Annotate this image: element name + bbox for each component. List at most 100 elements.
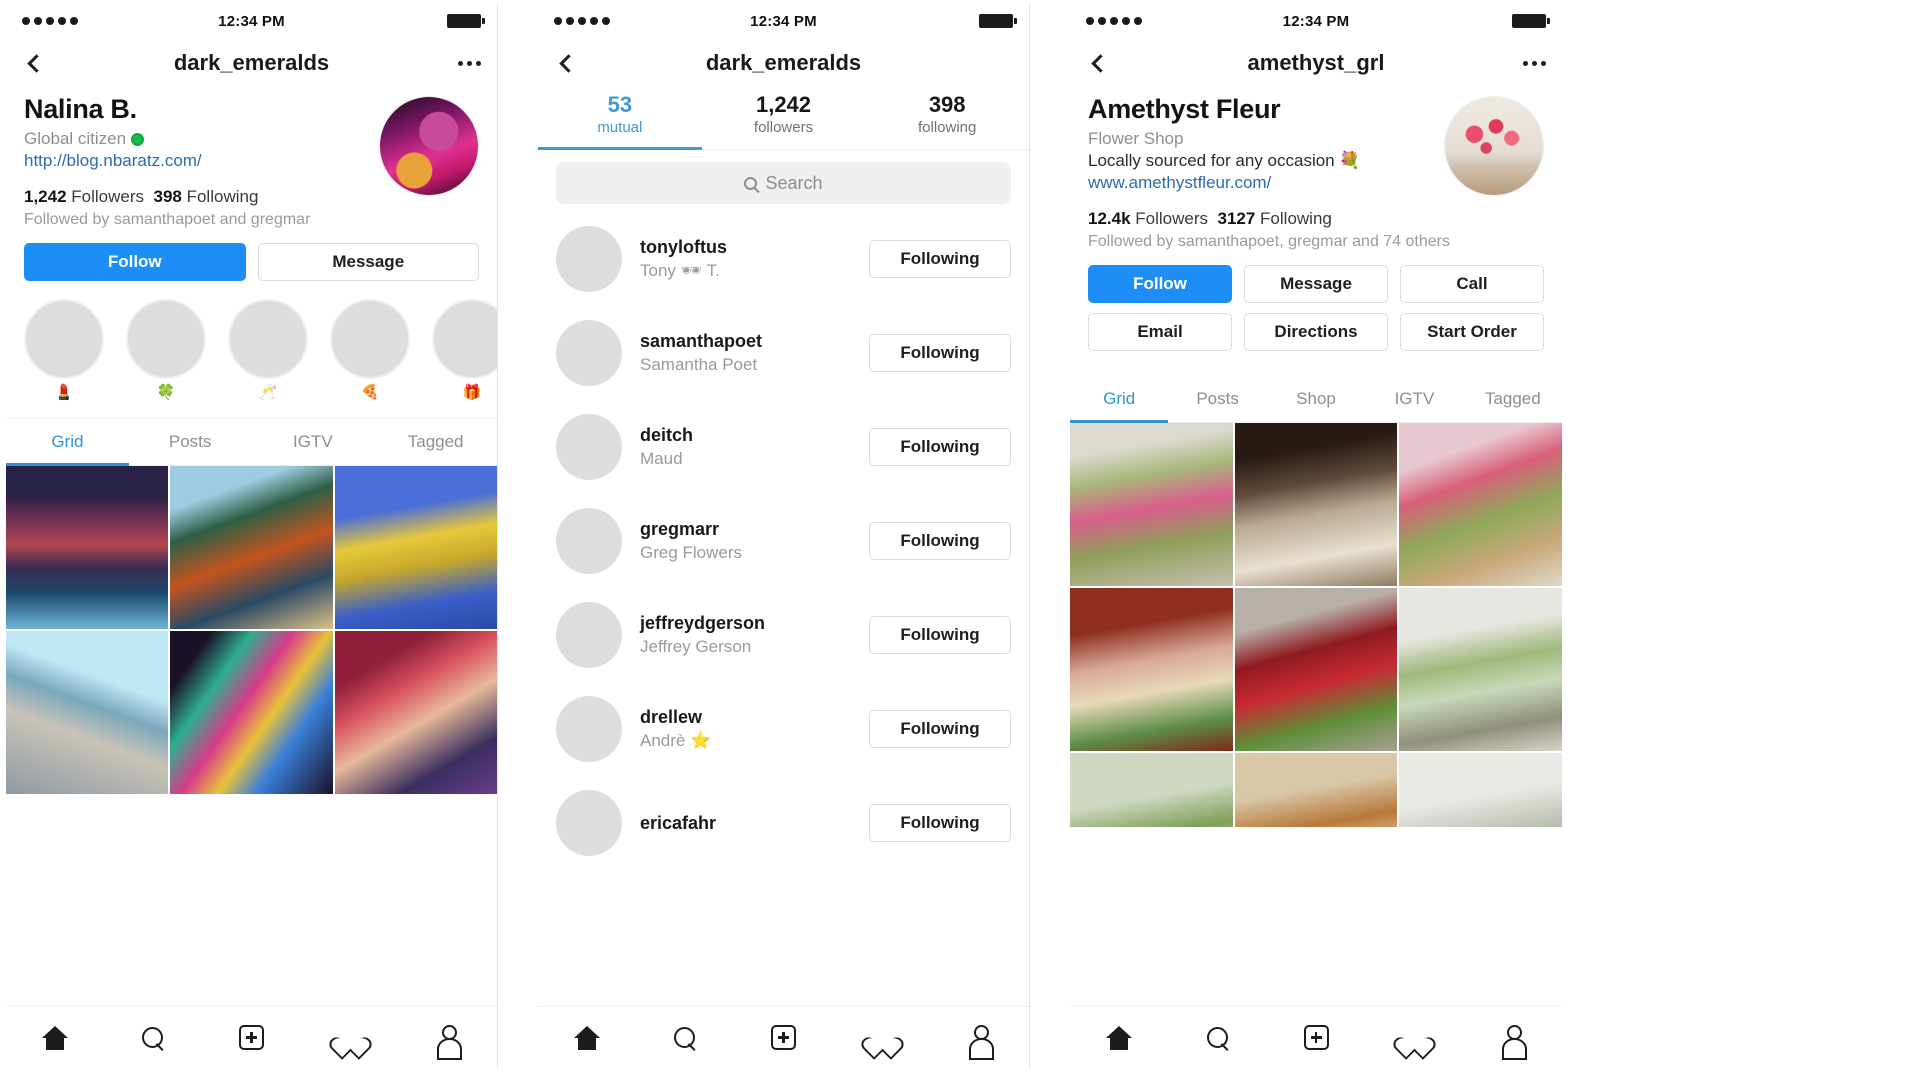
nav-profile-button[interactable]	[1464, 1025, 1562, 1060]
search-input[interactable]: Search	[556, 162, 1011, 204]
list-item[interactable]: gregmarr Greg Flowers Following	[556, 494, 1011, 588]
tab-tagged[interactable]: Tagged	[1464, 375, 1562, 422]
tab-followers[interactable]: 1,242 followers	[702, 88, 866, 149]
chevron-left-icon[interactable]	[27, 53, 46, 73]
grid-photo[interactable]	[1234, 423, 1398, 586]
grid-photo[interactable]	[1070, 588, 1233, 751]
following-button[interactable]: Following	[869, 522, 1011, 560]
nav-home-button[interactable]	[1070, 1025, 1168, 1050]
profile-category-label: Flower Shop	[1088, 129, 1184, 148]
avatar[interactable]	[556, 790, 622, 856]
following-button[interactable]: Following	[869, 334, 1011, 372]
directions-button[interactable]: Directions	[1244, 313, 1388, 351]
list-item[interactable]: samanthapoet Samantha Poet Following	[556, 306, 1011, 400]
tab-grid[interactable]: Grid	[6, 419, 129, 466]
highlight-item[interactable]: 🍕	[330, 299, 410, 402]
list-item-username: drellew	[640, 707, 703, 727]
grid-photo[interactable]	[6, 631, 169, 794]
grid-photo[interactable]	[1399, 753, 1562, 827]
list-item[interactable]: drellew Andrè ⭐ Following	[556, 682, 1011, 776]
tab-tagged[interactable]: Tagged	[374, 419, 497, 465]
nav-activity-button[interactable]	[833, 1026, 931, 1050]
tab-shop[interactable]: Shop	[1267, 375, 1365, 422]
nav-search-button[interactable]	[1168, 1026, 1266, 1050]
tab-mutual[interactable]: 53 mutual	[538, 88, 702, 150]
highlight-item[interactable]: 🎁	[432, 299, 497, 402]
nav-activity-button[interactable]	[1365, 1026, 1463, 1050]
profile-tabs: Grid Posts Shop IGTV Tagged	[1070, 375, 1562, 423]
tab-following[interactable]: 398 following	[865, 88, 1029, 149]
tab-igtv[interactable]: IGTV	[252, 419, 375, 465]
grid-photo[interactable]	[1399, 588, 1562, 751]
chevron-left-icon[interactable]	[559, 53, 578, 73]
nav-search-button[interactable]	[104, 1026, 202, 1050]
following-button[interactable]: Following	[869, 804, 1011, 842]
profile-avatar[interactable]	[379, 96, 479, 196]
grid-photo[interactable]	[170, 631, 333, 794]
call-button[interactable]: Call	[1400, 265, 1544, 303]
list-item[interactable]: jeffreydgerson Jeffrey Gerson Following	[556, 588, 1011, 682]
grid-photo[interactable]	[1234, 588, 1398, 751]
list-item[interactable]: tonyloftus Tony 🕶 T. Following	[556, 212, 1011, 306]
message-button[interactable]: Message	[257, 243, 479, 281]
following-button[interactable]: Following	[869, 428, 1011, 466]
start-order-button[interactable]: Start Order	[1400, 313, 1544, 351]
ellipsis-icon[interactable]	[1523, 60, 1546, 66]
battery-icon	[447, 14, 485, 28]
tab-igtv[interactable]: IGTV	[1365, 375, 1463, 422]
tab-posts[interactable]: Posts	[129, 419, 252, 465]
highlight-item[interactable]: 🥂	[228, 299, 308, 402]
follow-button[interactable]: Follow	[24, 243, 246, 281]
avatar[interactable]	[556, 696, 622, 762]
followers-label: followers	[753, 119, 814, 136]
avatar[interactable]	[556, 414, 622, 480]
following-button[interactable]: Following	[869, 240, 1011, 278]
avatar[interactable]	[556, 226, 622, 292]
highlight-item[interactable]: 💄	[24, 299, 104, 402]
nav-home-button[interactable]	[6, 1025, 104, 1050]
following-button[interactable]: Following	[869, 710, 1011, 748]
following-button[interactable]: Following	[869, 616, 1011, 654]
highlight-item[interactable]: 🍀	[126, 299, 206, 402]
person-icon	[1501, 1025, 1527, 1060]
heart-icon	[869, 1026, 895, 1050]
tab-posts[interactable]: Posts	[1168, 375, 1266, 422]
followers-label: Followers	[71, 187, 145, 206]
status-bar: 12:34 PM	[6, 4, 497, 38]
grid-photo[interactable]	[1070, 753, 1233, 827]
nav-add-button[interactable]	[734, 1025, 832, 1050]
nav-profile-button[interactable]	[399, 1025, 497, 1060]
tab-grid[interactable]: Grid	[1070, 375, 1169, 423]
ellipsis-icon[interactable]	[458, 60, 481, 66]
avatar[interactable]	[556, 508, 622, 574]
nav-profile-button[interactable]	[931, 1025, 1029, 1060]
nav-search-button[interactable]	[636, 1026, 734, 1050]
grid-photo[interactable]	[1234, 753, 1398, 827]
search-icon	[673, 1026, 697, 1050]
status-bar: 12:34 PM	[538, 4, 1029, 38]
email-button[interactable]: Email	[1088, 313, 1232, 351]
chevron-left-icon[interactable]	[1091, 53, 1110, 73]
grid-photo[interactable]	[334, 631, 497, 794]
list-item[interactable]: ericafahr Following	[556, 776, 1011, 870]
nav-home-button[interactable]	[538, 1025, 636, 1050]
nav-add-button[interactable]	[1267, 1025, 1365, 1050]
search-placeholder: Search	[765, 172, 823, 193]
grid-photo[interactable]	[170, 466, 333, 629]
message-button[interactable]: Message	[1244, 265, 1388, 303]
grid-photo[interactable]	[1070, 423, 1233, 586]
avatar[interactable]	[556, 320, 622, 386]
grid-photo[interactable]	[334, 466, 497, 629]
grid-photo[interactable]	[6, 466, 169, 629]
following-count: 398	[928, 92, 966, 117]
list-item-username: tonyloftus	[640, 237, 727, 257]
nav-add-button[interactable]	[202, 1025, 300, 1050]
list-item[interactable]: deitch Maud Following	[556, 400, 1011, 494]
follow-button[interactable]: Follow	[1088, 265, 1232, 303]
avatar[interactable]	[556, 602, 622, 668]
profile-avatar[interactable]	[1444, 96, 1544, 196]
nav-activity-button[interactable]	[301, 1026, 399, 1050]
profile-stats: 12.4k Followers 3127 Following	[1088, 209, 1544, 229]
grid-photo[interactable]	[1399, 423, 1562, 586]
following-label: Following	[186, 187, 259, 206]
